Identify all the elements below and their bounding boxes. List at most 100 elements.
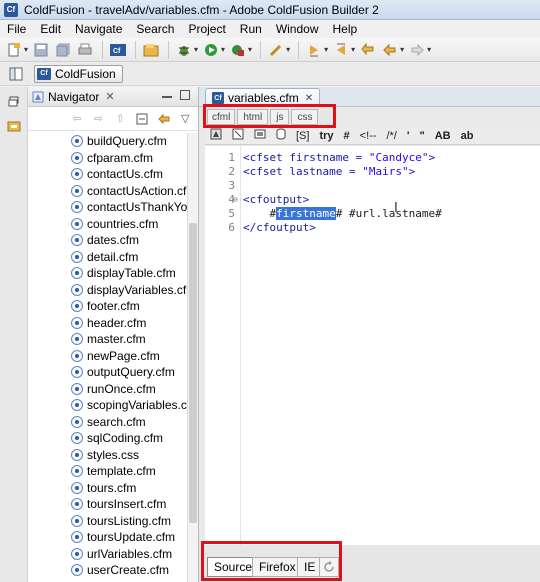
list-item[interactable]: countries.cfm [28, 216, 188, 233]
collapse-all-icon[interactable] [133, 110, 151, 128]
save-all-icon[interactable] [53, 40, 73, 60]
debug-dropdown-icon[interactable]: ▾ [194, 45, 198, 54]
list-item[interactable]: search.cfm [28, 414, 188, 431]
up-arrow-icon[interactable]: ⇧ [111, 110, 129, 128]
menu-search[interactable]: Search [129, 20, 181, 38]
list-item[interactable]: tours.cfm [28, 480, 188, 497]
last-edit-icon[interactable] [358, 40, 378, 60]
cf-server-icon[interactable]: Cf [108, 40, 128, 60]
pen-icon[interactable] [266, 40, 286, 60]
navigator-scrollbar[interactable] [187, 133, 198, 582]
list-item[interactable]: userCreate.cfm [28, 562, 188, 579]
forward-arrow-icon[interactable]: ⇨ [90, 110, 108, 128]
single-quote-button[interactable]: ' [407, 130, 410, 142]
block-comment-button[interactable]: /*/ [386, 130, 396, 142]
menu-navigate[interactable]: Navigate [68, 20, 129, 38]
menu-help[interactable]: Help [326, 20, 365, 38]
list-item[interactable]: template.cfm [28, 463, 188, 480]
script-button[interactable]: [S] [296, 130, 309, 142]
list-item[interactable]: newPage.cfm [28, 348, 188, 365]
prev-annotation-icon[interactable] [331, 40, 351, 60]
next-annotation-icon[interactable] [304, 40, 324, 60]
list-item[interactable]: contactUs.cfm [28, 166, 188, 183]
code-editor[interactable]: 1 <cfset firstname = "Candyce"> 2 <cfset… [205, 146, 540, 546]
menu-project[interactable]: Project [181, 20, 232, 38]
query-icon[interactable] [276, 128, 286, 143]
lowercase-button[interactable]: ab [461, 130, 474, 142]
toolbar-separator [260, 40, 262, 59]
view-menu-icon[interactable]: ▽ [176, 110, 194, 128]
list-item[interactable]: displayTable.cfm [28, 265, 188, 282]
menu-window[interactable]: Window [269, 20, 326, 38]
link-with-editor-icon[interactable] [155, 110, 173, 128]
tab-label: variables.cfm [228, 91, 299, 105]
close-icon[interactable]: ✕ [105, 90, 114, 103]
pen-dropdown-icon[interactable]: ▾ [286, 45, 290, 54]
menu-edit[interactable]: Edit [33, 20, 68, 38]
external-tools-dropdown-icon[interactable]: ▾ [248, 45, 252, 54]
cfm-file-icon [71, 349, 83, 362]
cf-icon: Cf [37, 67, 51, 80]
forward-icon[interactable] [407, 40, 427, 60]
cfm-file-icon [71, 415, 83, 428]
back-arrow-icon[interactable]: ⇦ [68, 110, 86, 128]
hash-button[interactable]: # [344, 130, 350, 142]
list-item[interactable]: dates.cfm [28, 232, 188, 249]
menu-run[interactable]: Run [233, 20, 269, 38]
list-item[interactable]: sqlCoding.cfm [28, 430, 188, 447]
dump-icon[interactable] [254, 128, 266, 143]
new-dropdown-icon[interactable]: ▾ [24, 45, 28, 54]
forward-dropdown-icon[interactable]: ▾ [427, 45, 431, 54]
menu-file[interactable]: File [0, 20, 33, 38]
run-icon[interactable] [201, 40, 221, 60]
list-item[interactable]: runOnce.cfm [28, 381, 188, 398]
debug-icon[interactable] [174, 40, 194, 60]
list-item[interactable]: header.cfm [28, 315, 188, 332]
list-item[interactable]: toursInsert.cfm [28, 496, 188, 513]
list-item[interactable]: toursUpdate.cfm [28, 529, 188, 546]
back-icon[interactable] [380, 40, 400, 60]
list-item[interactable]: footer.cfm [28, 298, 188, 315]
list-item[interactable]: urlVariables.cfm [28, 546, 188, 563]
next-annotation-dropdown-icon[interactable]: ▾ [324, 45, 328, 54]
run-dropdown-icon[interactable]: ▾ [221, 45, 225, 54]
list-item[interactable]: cfparam.cfm [28, 150, 188, 167]
list-item[interactable]: toursListing.cfm [28, 513, 188, 530]
double-quote-button[interactable]: " [419, 130, 424, 142]
list-item[interactable]: scopingVariables.cf [28, 397, 188, 414]
list-item[interactable]: outputQuery.cfm [28, 364, 188, 381]
list-item[interactable]: master.cfm [28, 331, 188, 348]
list-item[interactable]: styles.css [28, 447, 188, 464]
print-icon[interactable] [75, 40, 95, 60]
open-type-icon[interactable] [141, 40, 161, 60]
restore-icon[interactable] [4, 93, 24, 111]
line-number: 3 [228, 178, 235, 192]
comment-button[interactable]: <!-- [360, 130, 377, 142]
line-number: 1 [228, 150, 235, 164]
try-button[interactable]: try [319, 130, 333, 142]
close-icon[interactable]: ✕ [305, 93, 313, 104]
fold-collapse-icon[interactable]: ⊖ [233, 195, 242, 204]
list-item[interactable]: contactUsAction.cf [28, 183, 188, 200]
css-file-icon [71, 448, 83, 461]
back-dropdown-icon[interactable]: ▾ [400, 45, 404, 54]
external-tools-icon[interactable] [228, 40, 248, 60]
minimize-icon[interactable] [162, 94, 172, 98]
cfm-file-icon [71, 300, 83, 313]
open-perspective-icon[interactable] [6, 64, 26, 84]
list-item[interactable]: contactUsThankYo [28, 199, 188, 216]
snippets-icon[interactable] [4, 117, 24, 135]
wrap-tag-icon[interactable] [232, 128, 244, 143]
toolbar-separator [102, 40, 104, 59]
maximize-icon[interactable] [180, 90, 190, 100]
uppercase-button[interactable]: AB [435, 130, 451, 142]
insert-tag-icon[interactable] [210, 128, 222, 143]
list-item[interactable]: buildQuery.cfm [28, 133, 188, 150]
prev-annotation-dropdown-icon[interactable]: ▾ [351, 45, 355, 54]
list-item[interactable]: detail.cfm [28, 249, 188, 266]
scrollbar-thumb[interactable] [189, 223, 197, 523]
save-icon[interactable] [31, 40, 51, 60]
list-item[interactable]: displayVariables.cfr [28, 282, 188, 299]
perspective-coldfusion-button[interactable]: Cf ColdFusion [34, 64, 123, 83]
new-file-icon[interactable] [4, 40, 24, 60]
